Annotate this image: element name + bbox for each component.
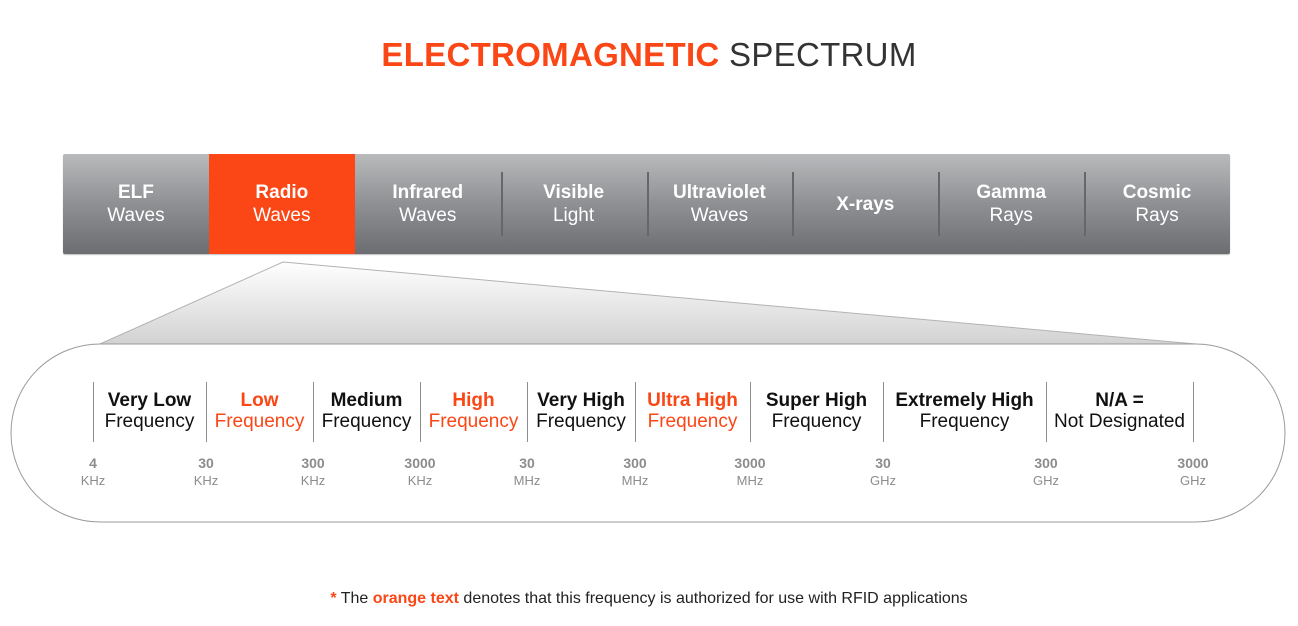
- band-subname: Not Designated: [1054, 411, 1185, 432]
- radio-band: Ultra High Frequency: [647, 390, 738, 432]
- band-name: Super High: [765, 390, 868, 411]
- radio-band: Super High Frequency: [766, 390, 867, 432]
- band-subname: Frequency: [771, 411, 862, 432]
- radio-band: Low Frequency: [215, 390, 305, 432]
- frequency-unit: MHz: [736, 473, 764, 488]
- band-name: Medium: [330, 390, 403, 411]
- frequency-value: 3000: [734, 455, 766, 471]
- band-name: Very High: [537, 390, 625, 411]
- band-boundary-tick: [635, 382, 636, 442]
- band-boundary-tick: [1193, 382, 1194, 442]
- frequency-value: 3000: [1177, 455, 1209, 471]
- band-subname: Frequency: [321, 411, 412, 432]
- radio-callout: [10, 261, 1286, 523]
- frequency-value: 300: [1034, 455, 1058, 471]
- band-subname: Frequency: [104, 411, 195, 432]
- orange-text-highlight: orange text: [372, 590, 459, 607]
- frequency-label: 300 GHz: [1033, 455, 1059, 489]
- frequency-value: 300: [301, 455, 325, 471]
- radio-band: Very High Frequency: [536, 390, 626, 432]
- band-boundary-tick: [883, 382, 884, 442]
- frequency-unit: GHz: [1033, 473, 1059, 488]
- band-name: Extremely High: [895, 390, 1034, 411]
- frequency-label: 300 KHz: [301, 455, 326, 489]
- band-name: High: [452, 390, 495, 411]
- frequency-unit: MHz: [621, 473, 649, 488]
- frequency-label: 300 MHz: [622, 455, 649, 489]
- radio-band: N/A = Not Designated: [1054, 390, 1185, 432]
- band-boundary-tick: [93, 382, 94, 442]
- band-subname: Frequency: [428, 411, 519, 432]
- frequency-label: 4 KHz: [81, 455, 106, 489]
- radio-bands: Very Low Frequency Low Frequency Medium Frequ…: [93, 382, 1194, 442]
- band-boundary-tick: [313, 382, 314, 442]
- radio-band: High Frequency: [429, 390, 519, 432]
- frequency-label: 30 GHz: [870, 455, 896, 489]
- frequency-unit: KHz: [193, 473, 219, 488]
- frequency-value: 3000: [404, 455, 436, 471]
- frequency-unit: KHz: [300, 473, 326, 488]
- frequency-unit: MHz: [513, 473, 541, 488]
- frequency-unit: GHz: [870, 473, 896, 488]
- band-subname: Frequency: [214, 411, 305, 432]
- footnote: * The orange text denotes that this freq…: [330, 590, 968, 607]
- frequency-unit: GHz: [1180, 473, 1206, 488]
- band-subname: Frequency: [647, 411, 738, 432]
- band-boundary-tick: [750, 382, 751, 442]
- band-boundary-tick: [527, 382, 528, 442]
- radio-band: Medium Frequency: [322, 390, 412, 432]
- frequency-label: 3000 GHz: [1177, 455, 1208, 489]
- band-name: Low: [240, 390, 279, 411]
- band-name: N/A =: [1095, 390, 1144, 411]
- band-subname: Frequency: [919, 411, 1010, 432]
- band-boundary-tick: [206, 382, 207, 442]
- band-subname: Frequency: [536, 411, 626, 432]
- frequency-value: 30: [198, 455, 214, 471]
- frequency-label: 3000 KHz: [404, 455, 435, 489]
- frequency-unit: KHz: [80, 473, 106, 488]
- radio-band: Very Low Frequency: [105, 390, 195, 432]
- radio-band: Extremely High Frequency: [895, 390, 1033, 432]
- frequency-value: 30: [519, 455, 535, 471]
- band-name: Very Low: [107, 390, 192, 411]
- band-name: Ultra High: [647, 390, 738, 411]
- frequency-value: 300: [623, 455, 647, 471]
- band-boundary-tick: [420, 382, 421, 442]
- frequency-value: 4: [89, 455, 97, 471]
- callout-wedge: [99, 261, 1197, 345]
- band-boundary-tick: [1046, 382, 1047, 442]
- frequency-unit: KHz: [407, 473, 433, 488]
- frequency-label: 3000 MHz: [734, 455, 765, 489]
- frequency-label: 30 MHz: [514, 455, 541, 489]
- frequency-value: 30: [875, 455, 891, 471]
- frequency-label: 30 KHz: [194, 455, 219, 489]
